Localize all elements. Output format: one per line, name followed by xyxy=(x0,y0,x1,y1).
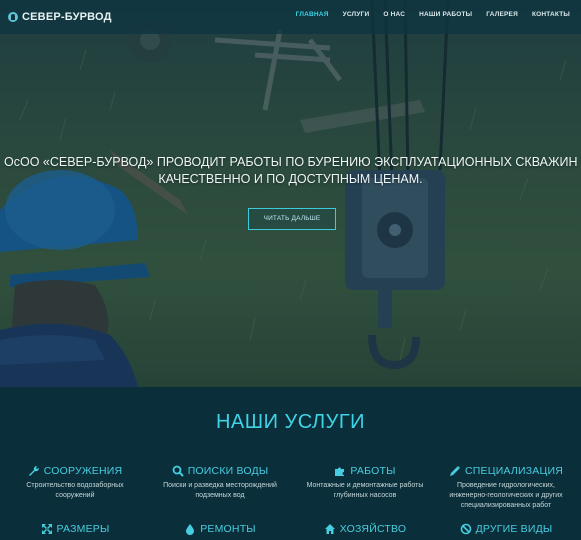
service-item-repairs: РЕМОНТЫ xyxy=(147,522,293,536)
service-description: Поиски и разведка месторождений подземны… xyxy=(163,482,277,499)
hero-headline: ОсОО «СЕВЕР-БУРВОД» ПРОВОДИТ РАБОТЫ ПО Б… xyxy=(4,155,581,169)
water-drop-icon xyxy=(186,524,195,535)
service-item-other: ДРУГИЕ ВИДЫ xyxy=(433,522,579,536)
brand-name: СЕВЕР-БУРВОД xyxy=(22,11,112,23)
service-item-structures: СООРУЖЕНИЯ Строительство водозаборных со… xyxy=(2,464,148,501)
service-title: РАБОТЫ xyxy=(350,465,396,477)
service-description: Монтажные и демонтажные работы глубинных… xyxy=(306,482,424,499)
home-icon xyxy=(324,524,335,534)
service-link-sizes[interactable]: РАЗМЕРЫ xyxy=(2,522,148,536)
arrows-expand-icon xyxy=(41,524,52,534)
service-title: РЕМОНТЫ xyxy=(200,523,256,535)
service-link-works[interactable]: РАБОТЫ xyxy=(292,464,438,478)
hero-section: ОсОО «СЕВЕР-БУРВОД» ПРОВОДИТ РАБОТЫ ПО Б… xyxy=(0,0,581,387)
puzzle-icon xyxy=(335,467,345,476)
service-description: Строительство водозаборных сооружений xyxy=(26,482,124,499)
services-section: НАШИ УСЛУГИ СООРУЖЕНИЯ Строительство вод… xyxy=(0,387,581,540)
service-title: ХОЗЯЙСТВО xyxy=(339,523,407,535)
navbar: СЕВЕР-БУРВОД ГЛАВНАЯ УСЛУГИ О НАС НАШИ Р… xyxy=(0,0,581,34)
service-item-water-search: ПОИСКИ ВОДЫ Поиски и разведка месторожде… xyxy=(147,464,293,501)
service-title: СПЕЦИАЛИЗАЦИЯ xyxy=(465,465,563,477)
service-title: СООРУЖЕНИЯ xyxy=(43,465,123,477)
nav-item-our-works[interactable]: НАШИ РАБОТЫ xyxy=(412,11,479,18)
service-link-other[interactable]: ДРУГИЕ ВИДЫ xyxy=(433,522,579,536)
brand-logo[interactable]: СЕВЕР-БУРВОД xyxy=(8,9,112,25)
service-description: Проведение гидрологических, инженерно-ге… xyxy=(449,482,563,509)
service-item-sizes: РАЗМЕРЫ xyxy=(2,522,148,536)
main-nav: ГЛАВНАЯ УСЛУГИ О НАС НАШИ РАБОТЫ ГАЛЕРЕЯ… xyxy=(289,11,577,18)
service-link-repairs[interactable]: РЕМОНТЫ xyxy=(147,522,293,536)
service-link-structures[interactable]: СООРУЖЕНИЯ xyxy=(2,464,148,478)
service-title: РАЗМЕРЫ xyxy=(56,523,110,535)
nav-item-gallery[interactable]: ГАЛЕРЕЯ xyxy=(479,11,525,18)
nav-item-contacts[interactable]: КОНТАКТЫ xyxy=(525,11,577,18)
map-marker-icon xyxy=(8,12,18,22)
service-link-facilities[interactable]: ХОЗЯЙСТВО xyxy=(292,522,438,536)
ban-icon xyxy=(460,523,471,535)
search-icon xyxy=(172,465,184,477)
nav-item-services[interactable]: УСЛУГИ xyxy=(336,11,377,18)
service-title: ДРУГИЕ ВИДЫ xyxy=(475,523,553,535)
service-item-facilities: ХОЗЯЙСТВО xyxy=(292,522,438,536)
service-link-specialization[interactable]: СПЕЦИАЛИЗАЦИЯ xyxy=(433,464,579,478)
hero-subheadline: КАЧЕСТВЕННО И ПО ДОСТУПНЫМ ЦЕНАМ. xyxy=(158,172,423,186)
service-item-specialization: СПЕЦИАЛИЗАЦИЯ Проведение гидрологических… xyxy=(433,464,579,511)
nav-item-home[interactable]: ГЛАВНАЯ xyxy=(289,11,336,18)
service-item-works: РАБОТЫ Монтажные и демонтажные работы гл… xyxy=(292,464,438,501)
read-more-button[interactable]: ЧИТАТЬ ДАЛЬШЕ xyxy=(248,208,336,230)
pencil-icon xyxy=(450,466,461,476)
wrench-icon xyxy=(28,465,39,476)
service-link-water-search[interactable]: ПОИСКИ ВОДЫ xyxy=(147,464,293,478)
service-title: ПОИСКИ ВОДЫ xyxy=(187,465,269,477)
services-title: НАШИ УСЛУГИ xyxy=(215,411,366,433)
nav-item-about[interactable]: О НАС xyxy=(376,11,412,18)
hero-overlay xyxy=(0,0,581,387)
